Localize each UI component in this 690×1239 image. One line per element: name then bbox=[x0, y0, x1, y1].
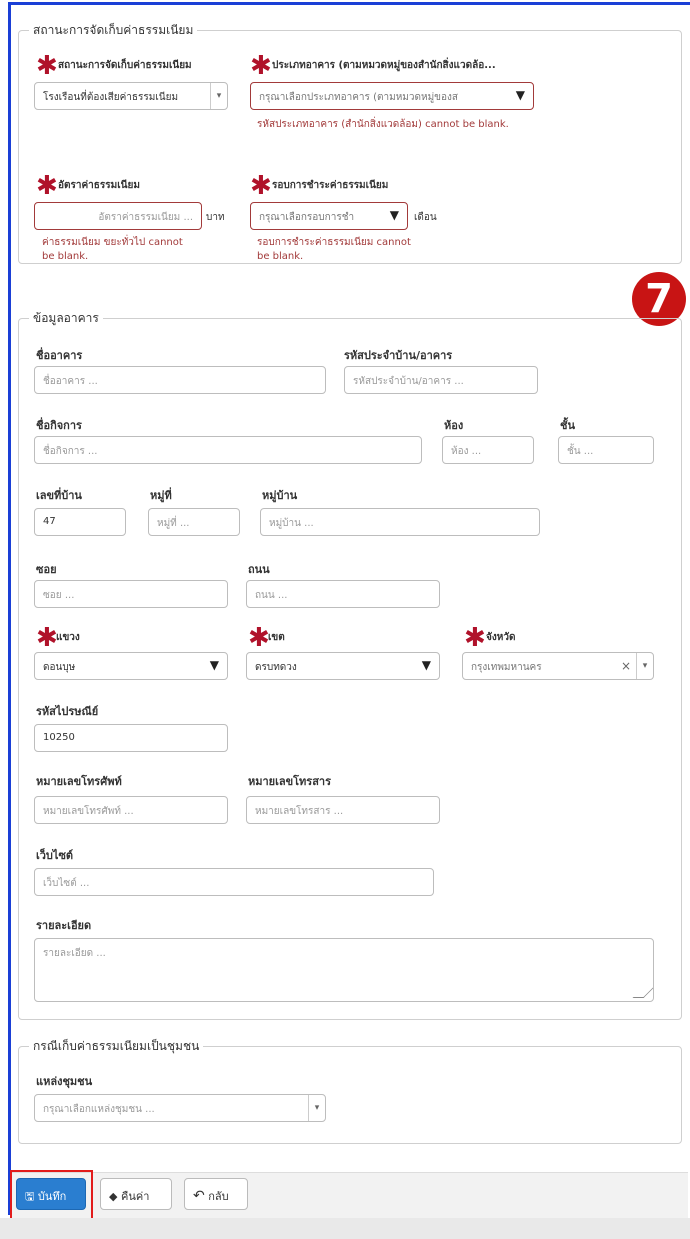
province-label: จังหวัด bbox=[486, 632, 516, 643]
community-label: แหล่งชุมชน bbox=[36, 1075, 93, 1088]
community-select[interactable]: กรุณาเลือกแหล่งชุมชน ... ▾ bbox=[34, 1094, 326, 1122]
phone-input[interactable]: หมายเลขโทรศัพท์ ... bbox=[34, 796, 228, 824]
house-code-label: รหัสประจำบ้าน/อาคาร bbox=[344, 349, 453, 362]
building-type-label: ประเภทอาคาร (ตามหมวดหมู่ของสำนักสิ่งแวดล… bbox=[272, 60, 496, 71]
room-label: ห้อง bbox=[444, 419, 464, 432]
road-input[interactable]: ถนน ... bbox=[246, 580, 440, 608]
required-icon: ✱ bbox=[464, 623, 486, 653]
soi-input[interactable]: ซอย ... bbox=[34, 580, 228, 608]
postcode-label: รหัสไปรษณีย์ bbox=[36, 705, 99, 718]
website-label: เว็บไซต์ bbox=[36, 849, 74, 862]
fee-status-select[interactable]: โรงเรือนที่ต้องเสียค่าธรรมเนียม ▾ bbox=[34, 82, 228, 110]
floor-label: ชั้น bbox=[560, 419, 575, 432]
back-button[interactable]: ↶ กลับ bbox=[184, 1178, 248, 1210]
community-section-legend: กรณีเก็บค่าธรรมเนียมเป็นชุมชน bbox=[29, 1037, 204, 1056]
moo-label: หมู่ที่ bbox=[150, 489, 172, 502]
bottom-scroll-strip bbox=[0, 1218, 690, 1239]
building-type-error: รหัสประเภทอาคาร (สำนักสิ่งแวดล้อม) canno… bbox=[257, 119, 509, 130]
house-no-label: เลขที่บ้าน bbox=[36, 489, 82, 502]
required-icon: ✱ bbox=[36, 171, 58, 201]
clear-icon[interactable]: × bbox=[621, 659, 631, 673]
resize-handle-icon[interactable] bbox=[632, 987, 653, 998]
required-icon: ✱ bbox=[248, 623, 270, 653]
village-input[interactable]: หมู่บ้าน ... bbox=[260, 508, 540, 536]
save-button-highlight bbox=[10, 1170, 93, 1220]
building-type-select[interactable]: กรุณาเลือกประเภทอาคาร (ตามหมวดหมู่ของส ▼ bbox=[250, 82, 534, 110]
building-section-legend: ข้อมูลอาคาร bbox=[29, 309, 103, 328]
fee-rate-input[interactable]: อัตราค่าธรรมเนียม ... bbox=[34, 202, 202, 230]
subdistrict-select[interactable]: ดอนบุษ ▼ bbox=[34, 652, 228, 680]
fax-input[interactable]: หมายเลขโทรสาร ... bbox=[246, 796, 440, 824]
payment-cycle-unit: เดือน bbox=[414, 212, 437, 223]
chevron-down-icon: ▾ bbox=[308, 1095, 325, 1121]
business-name-input[interactable]: ชื่อกิจการ ... bbox=[34, 436, 422, 464]
fee-rate-error: ค่าธรรมเนียม ขยะทั่วไป cannot be blank. bbox=[42, 237, 183, 262]
house-code-input[interactable]: รหัสประจำบ้าน/อาคาร ... bbox=[344, 366, 538, 394]
chevron-down-icon: ▾ bbox=[636, 653, 653, 679]
moo-input[interactable]: หมู่ที่ ... bbox=[148, 508, 240, 536]
payment-cycle-label: รอบการชำระค่าธรรมเนียม bbox=[272, 180, 389, 191]
payment-cycle-select[interactable]: กรุณาเลือกรอบการชำ ▼ bbox=[250, 202, 408, 230]
village-label: หมู่บ้าน bbox=[262, 489, 298, 502]
soi-label: ซอย bbox=[36, 563, 57, 576]
reset-button[interactable]: ◆ คืนค่า bbox=[100, 1178, 172, 1210]
required-icon: ✱ bbox=[36, 623, 58, 653]
chevron-down-icon: ▾ bbox=[210, 83, 227, 109]
house-no-input[interactable]: 47 bbox=[34, 508, 126, 536]
website-input[interactable]: เว็บไซต์ ... bbox=[34, 868, 434, 896]
required-icon: ✱ bbox=[250, 51, 272, 81]
dropdown-arrow-icon: ▼ bbox=[515, 88, 525, 102]
required-icon: ✱ bbox=[250, 171, 272, 201]
fee-rate-label: อัตราค่าธรรมเนียม bbox=[58, 180, 140, 191]
dropdown-arrow-icon: ▼ bbox=[209, 658, 219, 672]
fee-status-label: สถานะการจัดเก็บค่าธรรมเนียม bbox=[58, 60, 192, 71]
undo-icon: ↶ bbox=[193, 1188, 205, 1204]
postcode-input[interactable]: 10250 bbox=[34, 724, 228, 752]
fax-label: หมายเลขโทรสาร bbox=[248, 775, 332, 788]
subdistrict-label: แขวง bbox=[56, 632, 80, 643]
district-label: เขต bbox=[268, 632, 285, 643]
phone-label: หมายเลขโทรศัพท์ bbox=[36, 775, 122, 788]
eraser-icon: ◆ bbox=[109, 1190, 118, 1203]
details-label: รายละเอียด bbox=[36, 919, 92, 932]
dropdown-arrow-icon: ▼ bbox=[421, 658, 431, 672]
fee-section-legend: สถานะการจัดเก็บค่าธรรมเนียม bbox=[29, 21, 198, 40]
payment-cycle-error: รอบการชำระค่าธรรมเนียม cannot be blank. bbox=[257, 237, 411, 262]
district-select[interactable]: ดรบทดวง ▼ bbox=[246, 652, 440, 680]
building-name-input[interactable]: ชื่ออาคาร ... bbox=[34, 366, 326, 394]
required-icon: ✱ bbox=[36, 51, 58, 81]
road-label: ถนน bbox=[248, 563, 270, 576]
floor-input[interactable]: ชั้น ... bbox=[558, 436, 654, 464]
province-select[interactable]: กรุงเทพมหานคร × ▾ bbox=[462, 652, 654, 680]
fee-rate-unit: บาท bbox=[206, 212, 225, 223]
details-textarea[interactable]: รายละเอียด ... bbox=[34, 938, 654, 1002]
room-input[interactable]: ห้อง ... bbox=[442, 436, 534, 464]
dropdown-arrow-icon: ▼ bbox=[389, 208, 399, 222]
building-name-label: ชื่ออาคาร bbox=[36, 349, 83, 362]
business-name-label: ชื่อกิจการ bbox=[36, 419, 82, 432]
